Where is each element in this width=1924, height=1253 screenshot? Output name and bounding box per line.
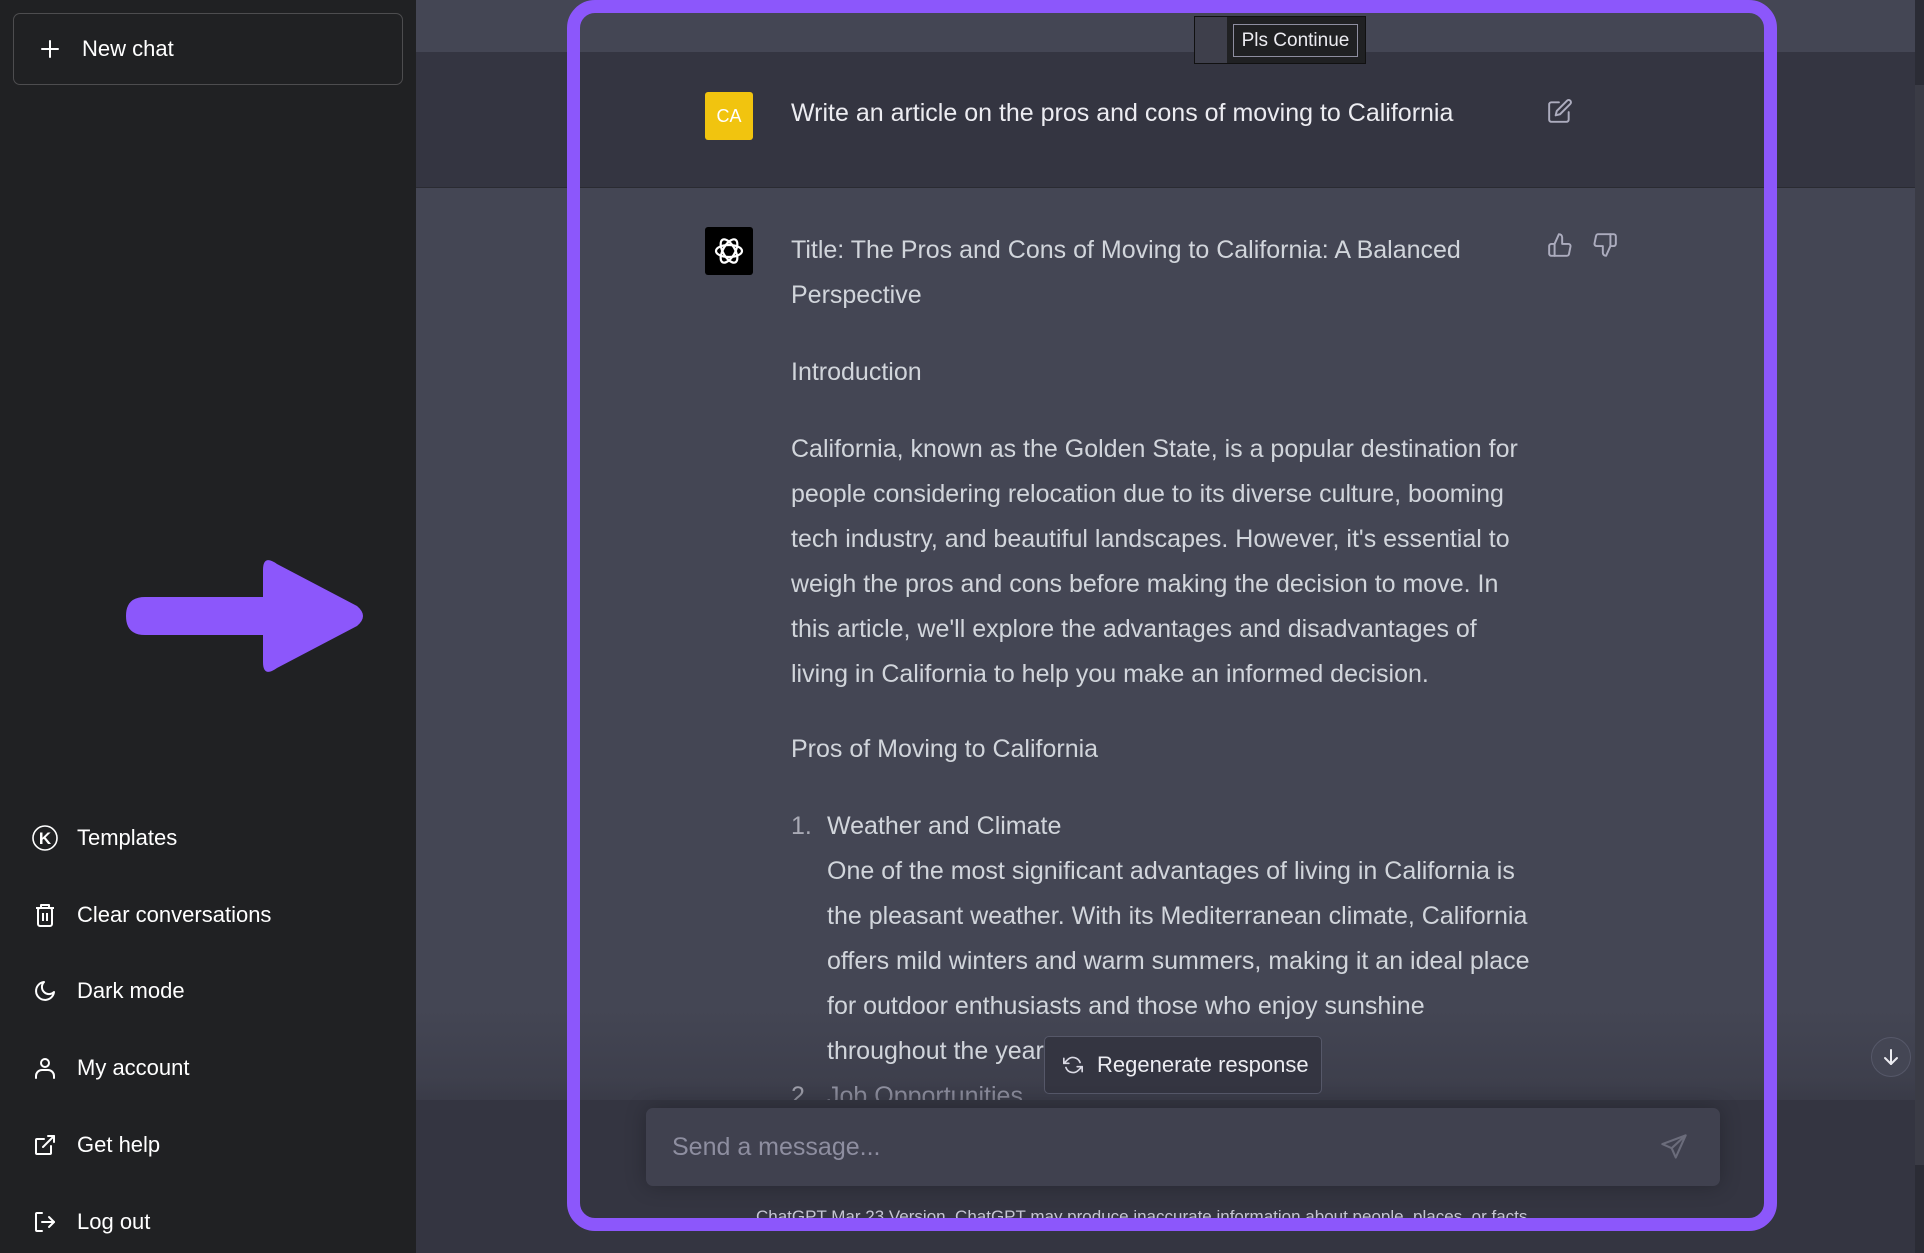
new-chat-button[interactable]: New chat <box>13 13 403 85</box>
pros-heading: Pros of Moving to California <box>791 735 1099 763</box>
scroll-to-bottom-button[interactable] <box>1871 1037 1911 1077</box>
sidebar-item-label: My account <box>77 1055 190 1080</box>
list-number: 1. <box>791 812 812 840</box>
arrow-down-icon <box>1884 1049 1898 1065</box>
openai-logo-icon <box>714 238 744 264</box>
message-composer <box>646 1108 1720 1186</box>
user-icon <box>31 1054 59 1082</box>
assistant-response: Title: The Pros and Cons of Moving to Ca… <box>791 228 1531 1119</box>
new-chat-label: New chat <box>82 36 174 61</box>
moon-icon <box>31 977 59 1005</box>
sidebar-item-label: Get help <box>77 1132 161 1157</box>
trash-icon <box>31 901 59 929</box>
intro-paragraph: California, known as the Golden State, i… <box>791 435 1518 688</box>
pls-continue-button[interactable]: Pls Continue <box>1233 24 1358 57</box>
toolbar-handle <box>1195 17 1227 63</box>
svg-text:K: K <box>39 829 52 848</box>
sidebar-item-label: Clear conversations <box>77 902 272 927</box>
sidebar-item-label: Log out <box>77 1209 151 1234</box>
sidebar: New chat K Templates Clear conversations… <box>0 0 416 1253</box>
sidebar-item-templates[interactable]: K Templates <box>13 806 403 870</box>
sidebar-item-label: Templates <box>77 825 178 850</box>
sidebar-item-get-help[interactable]: Get help <box>13 1113 403 1177</box>
sidebar-item-my-account[interactable]: My account <box>13 1036 403 1100</box>
sidebar-item-clear-conversations[interactable]: Clear conversations <box>13 883 403 947</box>
article-title: Title: The Pros and Cons of Moving to Ca… <box>791 236 1461 309</box>
plus-icon <box>41 40 59 58</box>
sidebar-item-log-out[interactable]: Log out <box>13 1190 403 1253</box>
user-message-text: Write an article on the pros and cons of… <box>791 99 1454 127</box>
logout-icon <box>31 1208 59 1236</box>
templates-k-icon: K <box>31 824 59 852</box>
sidebar-item-label: Dark mode <box>77 978 185 1003</box>
continue-toolbar: Pls Continue <box>1194 16 1366 64</box>
send-icon[interactable] <box>1660 1133 1688 1161</box>
sidebar-item-dark-mode[interactable]: Dark mode <box>13 959 403 1023</box>
regenerate-response-button[interactable]: Regenerate response <box>1044 1036 1322 1094</box>
external-link-icon <box>31 1131 59 1159</box>
edit-icon[interactable] <box>1547 98 1573 124</box>
top-bar <box>416 0 1915 52</box>
scrollbar-thumb[interactable] <box>1915 85 1924 1165</box>
intro-heading: Introduction <box>791 358 922 386</box>
assistant-avatar <box>705 227 753 275</box>
regenerate-label: Regenerate response <box>1097 1052 1309 1077</box>
user-avatar: CA <box>705 92 753 140</box>
version-disclaimer: ChatGPT Mar 23 Version. ChatGPT may prod… <box>756 1207 1528 1226</box>
list-item: 1. Weather and Climate One of the most s… <box>791 804 1531 1074</box>
thumbs-down-icon[interactable] <box>1592 232 1618 258</box>
user-avatar-initials: CA <box>716 105 742 126</box>
annotation-arrow-icon <box>126 560 363 672</box>
list-item-title: Weather and Climate <box>827 812 1062 840</box>
thumbs-up-icon[interactable] <box>1547 232 1573 258</box>
message-input[interactable] <box>646 1108 1660 1186</box>
refresh-icon <box>1063 1056 1083 1074</box>
